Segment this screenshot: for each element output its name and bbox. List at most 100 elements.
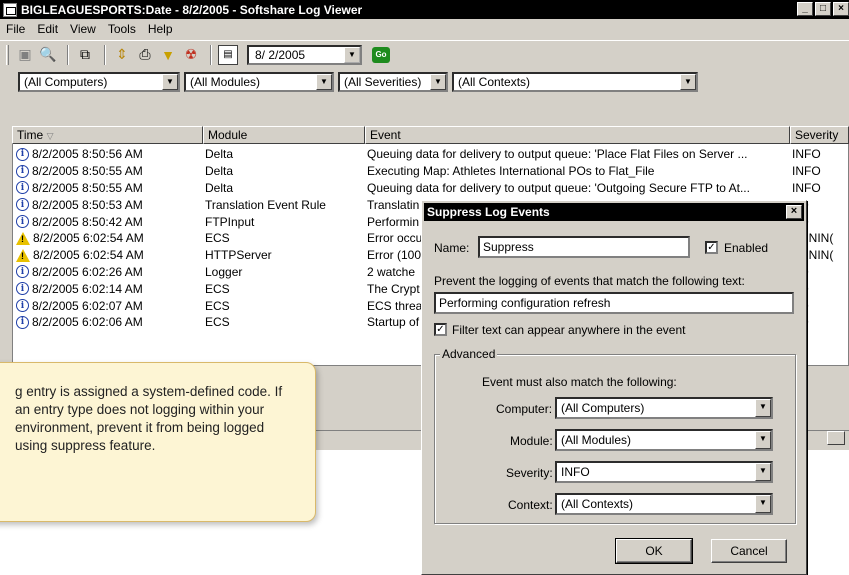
table-row[interactable]: i 8/2/2005 8:50:56 AM Delta Queuing data fo… — [12, 146, 849, 163]
close-button[interactable]: × — [833, 2, 849, 16]
info-icon: i — [16, 299, 29, 313]
module-cell: Logger — [205, 264, 243, 279]
time-cell: i 8/2/2005 8:50:53 AM — [12, 198, 203, 212]
suppress-icon[interactable]: ☢ — [181, 45, 201, 65]
refresh-icon[interactable]: ⇕ — [112, 45, 132, 65]
filter-text-field[interactable]: Performing configuration refresh — [434, 292, 794, 314]
print-icon[interactable]: ⎙ — [135, 45, 155, 65]
table-row[interactable]: i 8/2/2005 8:50:55 AM Delta Executing Map: … — [12, 163, 849, 180]
time-cell: ! 8/2/2005 6:02:54 AM — [12, 231, 203, 245]
name-label: Name: — [434, 241, 470, 255]
separator — [210, 44, 212, 65]
time-cell: i 8/2/2005 8:50:42 AM — [12, 215, 203, 229]
time-text: 8/2/2005 8:50:56 AM — [32, 147, 143, 162]
time-text: 8/2/2005 8:50:55 AM — [32, 164, 143, 179]
context-select[interactable]: (All Contexts) ▼ — [555, 493, 773, 515]
toolbar-grip[interactable] — [6, 44, 9, 65]
ok-button[interactable]: OK — [615, 538, 693, 564]
chevron-down-icon[interactable]: ▼ — [755, 495, 771, 513]
column-time[interactable]: Time ▽ — [12, 126, 203, 144]
column-event[interactable]: Event — [365, 126, 790, 144]
chevron-down-icon[interactable]: ▼ — [344, 46, 360, 63]
table-row[interactable]: i 8/2/2005 8:50:55 AM Delta Queuing data fo… — [12, 180, 849, 197]
column-severity[interactable]: Severity — [790, 126, 849, 144]
time-text: 8/2/2005 6:02:26 AM — [32, 264, 143, 279]
maximize-button[interactable]: □ — [815, 2, 831, 16]
window-title: BIGLEAGUESPORTS:Date - 8/2/2005 - Softsh… — [21, 2, 363, 17]
module-select[interactable]: (All Modules) ▼ — [555, 429, 773, 451]
minimize-button[interactable]: _ — [797, 2, 813, 16]
column-time-label: Time — [17, 128, 44, 142]
time-cell: i 8/2/2005 8:50:55 AM — [12, 181, 203, 195]
calendar-icon[interactable]: ▤ — [218, 44, 238, 65]
time-cell: ! 8/2/2005 6:02:54 AM — [12, 248, 203, 262]
module-cell: FTPInput — [205, 214, 255, 229]
filter-icon[interactable]: ▼ — [158, 45, 178, 65]
chevron-down-icon[interactable]: ▼ — [162, 74, 178, 90]
time-text: 8/2/2005 6:02:54 AM — [33, 231, 144, 246]
info-icon: i — [16, 265, 29, 279]
severity-select-value: INFO — [561, 465, 590, 479]
app-icon — [3, 2, 17, 17]
time-cell: i 8/2/2005 6:02:26 AM — [12, 265, 203, 279]
module-cell: ECS — [205, 281, 230, 296]
computer-filter[interactable]: (All Computers) ▼ — [18, 72, 180, 92]
column-module[interactable]: Module — [203, 126, 365, 144]
module-cell: HTTPServer — [205, 248, 272, 263]
menu-help[interactable]: Help — [142, 22, 179, 36]
module-cell: Delta — [205, 147, 234, 162]
help-callout: g entry is assigned a system-defined cod… — [0, 362, 316, 522]
context-filter[interactable]: (All Contexts) ▼ — [452, 72, 698, 92]
name-field[interactable]: Suppress — [478, 236, 690, 258]
module-filter[interactable]: (All Modules) ▼ — [184, 72, 334, 92]
time-cell: i 8/2/2005 6:02:06 AM — [12, 315, 203, 329]
chevron-down-icon[interactable]: ▼ — [755, 431, 771, 449]
anywhere-label: Filter text can appear anywhere in the e… — [452, 323, 686, 337]
go-button[interactable]: Go — [372, 46, 390, 63]
context-label: Context: — [508, 498, 553, 512]
menu-tools[interactable]: Tools — [102, 22, 142, 36]
module-cell: Delta — [205, 164, 234, 179]
advanced-group-label: Advanced — [440, 347, 498, 361]
enabled-checkbox[interactable]: ✓ — [705, 241, 718, 254]
menu-file[interactable]: File — [0, 22, 31, 36]
log-list-header: Time ▽ Module Event Severity — [12, 126, 849, 144]
severity-filter-value: (All Severities) — [344, 75, 422, 89]
chevron-down-icon[interactable]: ▼ — [755, 463, 771, 481]
chevron-down-icon[interactable]: ▼ — [680, 74, 696, 90]
anywhere-checkbox[interactable]: ✓ — [434, 323, 447, 336]
date-value: 8/ 2/2005 — [255, 47, 306, 62]
computer-label: Computer: — [496, 402, 553, 416]
severity-select[interactable]: INFO ▼ — [555, 461, 773, 483]
time-text: 8/2/2005 8:50:42 AM — [32, 214, 143, 229]
chevron-down-icon[interactable]: ▼ — [755, 399, 771, 417]
scroll-right-button[interactable] — [827, 431, 845, 445]
time-text: 8/2/2005 6:02:14 AM — [32, 281, 143, 296]
context-filter-value: (All Contexts) — [458, 75, 531, 89]
module-cell: Delta — [205, 180, 234, 195]
date-picker[interactable]: 8/ 2/2005 ▼ — [247, 44, 362, 65]
info-icon: i — [16, 147, 29, 161]
copy-icon[interactable]: ⧉ — [75, 45, 95, 65]
severity-cell: INFO — [792, 180, 821, 195]
sort-desc-icon: ▽ — [46, 131, 54, 141]
dialog-close-button[interactable]: × — [786, 205, 802, 219]
menu-view[interactable]: View — [64, 22, 102, 36]
module-cell: Translation Event Rule — [205, 197, 326, 212]
menu-edit[interactable]: Edit — [31, 22, 64, 36]
info-icon: i — [16, 164, 29, 178]
prevent-label: Prevent the logging of events that match… — [434, 274, 745, 288]
filter-toolbar: (All Computers) ▼ (All Modules) ▼ (All S… — [0, 68, 849, 96]
properties-icon[interactable]: ▣ — [15, 45, 35, 65]
module-label: Module: — [510, 434, 553, 448]
severity-filter[interactable]: (All Severities) ▼ — [338, 72, 448, 92]
separator — [104, 44, 106, 65]
chevron-down-icon[interactable]: ▼ — [430, 74, 446, 90]
computer-select[interactable]: (All Computers) ▼ — [555, 397, 773, 419]
computer-select-value: (All Computers) — [561, 401, 645, 415]
cancel-button[interactable]: Cancel — [711, 539, 787, 563]
warning-icon: ! — [16, 231, 30, 245]
chevron-down-icon[interactable]: ▼ — [316, 74, 332, 90]
info-icon: i — [16, 215, 29, 229]
find-icon[interactable]: 🔍 — [38, 45, 58, 65]
